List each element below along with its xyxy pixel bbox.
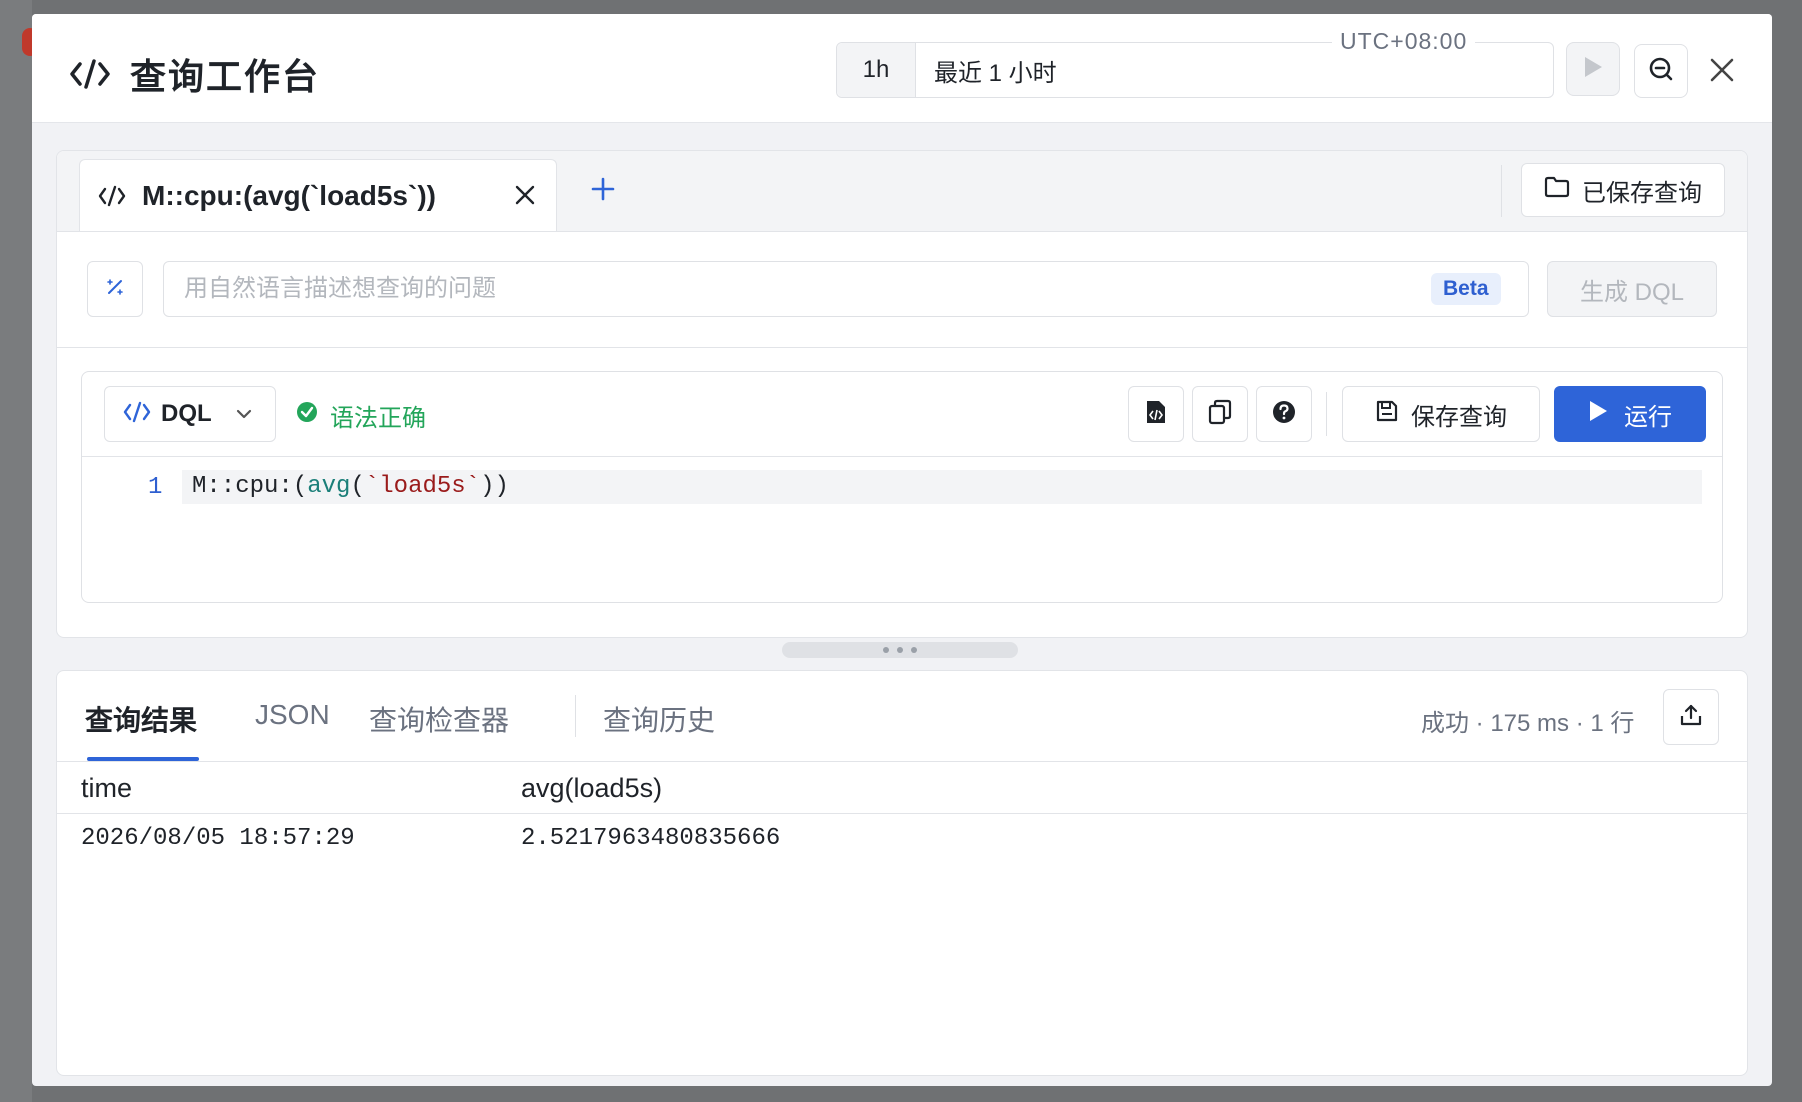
magic-wand-icon: [104, 276, 126, 303]
table-cell-time: 2026/08/05 18:57:29: [81, 825, 355, 852]
saved-queries-label: 已保存查询: [1582, 179, 1702, 207]
editor-toolbar: DQL 语法正确 保存查询 运行: [82, 372, 1722, 457]
close-modal-button[interactable]: [1704, 54, 1740, 90]
query-tabs-bar: M::cpu:(avg(`load5s`)) 已保存查询: [57, 151, 1747, 232]
save-query-button[interactable]: 保存查询: [1342, 386, 1540, 442]
export-icon: [1679, 703, 1703, 732]
column-header-time[interactable]: time: [81, 773, 132, 804]
time-range-short[interactable]: 1h: [837, 43, 916, 97]
code-token-paren: (: [292, 473, 308, 500]
code-icon: [70, 54, 110, 94]
close-icon: [1709, 57, 1735, 88]
code-line[interactable]: M::cpu:(avg(`load5s`)): [182, 470, 1702, 504]
table-cell-value: 2.5217963480835666: [521, 825, 781, 852]
save-icon: [1375, 399, 1399, 430]
zoom-out-icon: [1647, 55, 1675, 88]
play-icon: [1582, 55, 1604, 84]
tab-query-history[interactable]: 查询历史: [603, 699, 715, 739]
close-icon[interactable]: [512, 182, 538, 208]
query-tab[interactable]: M::cpu:(avg(`load5s`)): [79, 159, 557, 231]
code-token-paren: )): [480, 473, 509, 500]
result-tabs: 查询结果 JSON 查询检查器 查询历史 成功 · 175 ms · 1 行: [57, 671, 1747, 762]
query-editor-panel: M::cpu:(avg(`load5s`)) 已保存查询 用自然语言描述想查询的…: [56, 150, 1748, 638]
syntax-status-label: 语法正确: [330, 405, 426, 432]
code-token-string: `load5s`: [364, 473, 481, 500]
natural-language-input[interactable]: [163, 261, 1529, 317]
code-token-namespace: M::cpu:: [192, 473, 293, 500]
save-query-label: 保存查询: [1411, 403, 1507, 431]
divider: [575, 695, 576, 737]
saved-queries-button[interactable]: 已保存查询: [1521, 163, 1725, 217]
code-file-icon: [1145, 399, 1167, 430]
help-icon: [1272, 400, 1296, 429]
export-button[interactable]: [1663, 689, 1719, 745]
timezone-label[interactable]: UTC+08:00: [1332, 28, 1476, 55]
table-row[interactable]: 2026/08/05 18:57:29 2.5217963480835666: [57, 813, 1747, 865]
result-status: 成功 · 175 ms · 1 行: [1421, 710, 1635, 737]
page-backdrop: [0, 0, 32, 1102]
time-range-label[interactable]: 最近 1 小时: [916, 43, 1057, 97]
handle-dot: [897, 647, 903, 653]
query-workbench-modal: 查询工作台 1h 最近 1 小时 UTC+08:00 M::cpu:(avg(`…: [32, 14, 1772, 1086]
refresh-play-button[interactable]: [1566, 42, 1620, 96]
line-number: 1: [148, 474, 163, 501]
folder-icon: [1544, 176, 1570, 205]
zoom-out-button[interactable]: [1634, 44, 1688, 98]
run-button[interactable]: 运行: [1554, 386, 1706, 442]
generate-dql-button[interactable]: 生成 DQL: [1547, 261, 1717, 317]
tab-json[interactable]: JSON: [255, 699, 330, 731]
dql-editor: DQL 语法正确 保存查询 运行 1 M::cpu:(avg(`load5s`)…: [81, 371, 1723, 603]
language-select[interactable]: DQL: [104, 386, 276, 442]
help-button[interactable]: [1256, 386, 1312, 442]
natural-language-query-row: Beta 生成 DQL: [57, 231, 1747, 348]
code-token-paren: (: [350, 473, 365, 500]
format-code-button[interactable]: [1128, 386, 1184, 442]
run-label: 运行: [1624, 403, 1672, 431]
divider: [1326, 392, 1327, 436]
code-area[interactable]: 1 M::cpu:(avg(`load5s`)): [82, 456, 1722, 602]
tab-query-results[interactable]: 查询结果: [85, 699, 197, 739]
divider: [1501, 165, 1502, 217]
tab-query-inspector[interactable]: 查询检查器: [369, 699, 509, 739]
query-tab-label: M::cpu:(avg(`load5s`)): [142, 179, 436, 211]
title-group: 查询工作台: [70, 48, 320, 100]
page-title: 查询工作台: [130, 56, 321, 97]
syntax-status: 语法正确: [296, 398, 426, 433]
chevron-down-icon: [235, 405, 253, 428]
query-result-panel: 查询结果 JSON 查询检查器 查询历史 成功 · 175 ms · 1 行 t…: [56, 670, 1748, 1076]
handle-dot: [883, 647, 889, 653]
handle-dot: [911, 647, 917, 653]
copy-button[interactable]: [1192, 386, 1248, 442]
modal-header: 查询工作台 1h 最近 1 小时 UTC+08:00: [32, 14, 1772, 123]
language-label: DQL: [161, 400, 212, 427]
copy-icon: [1208, 399, 1232, 430]
play-icon: [1588, 400, 1608, 429]
check-circle-icon: [296, 401, 318, 430]
plus-icon: [590, 176, 616, 207]
table-header: time avg(load5s): [57, 761, 1747, 814]
panel-resize-handle[interactable]: [782, 642, 1018, 658]
ai-assist-button[interactable]: [87, 261, 143, 317]
beta-badge: Beta: [1431, 273, 1501, 305]
code-icon: [123, 401, 151, 428]
column-header-avg-load5s[interactable]: avg(load5s): [521, 773, 662, 804]
code-token-function: avg: [307, 473, 351, 500]
add-tab-button[interactable]: [585, 173, 621, 209]
code-icon: [98, 185, 128, 207]
